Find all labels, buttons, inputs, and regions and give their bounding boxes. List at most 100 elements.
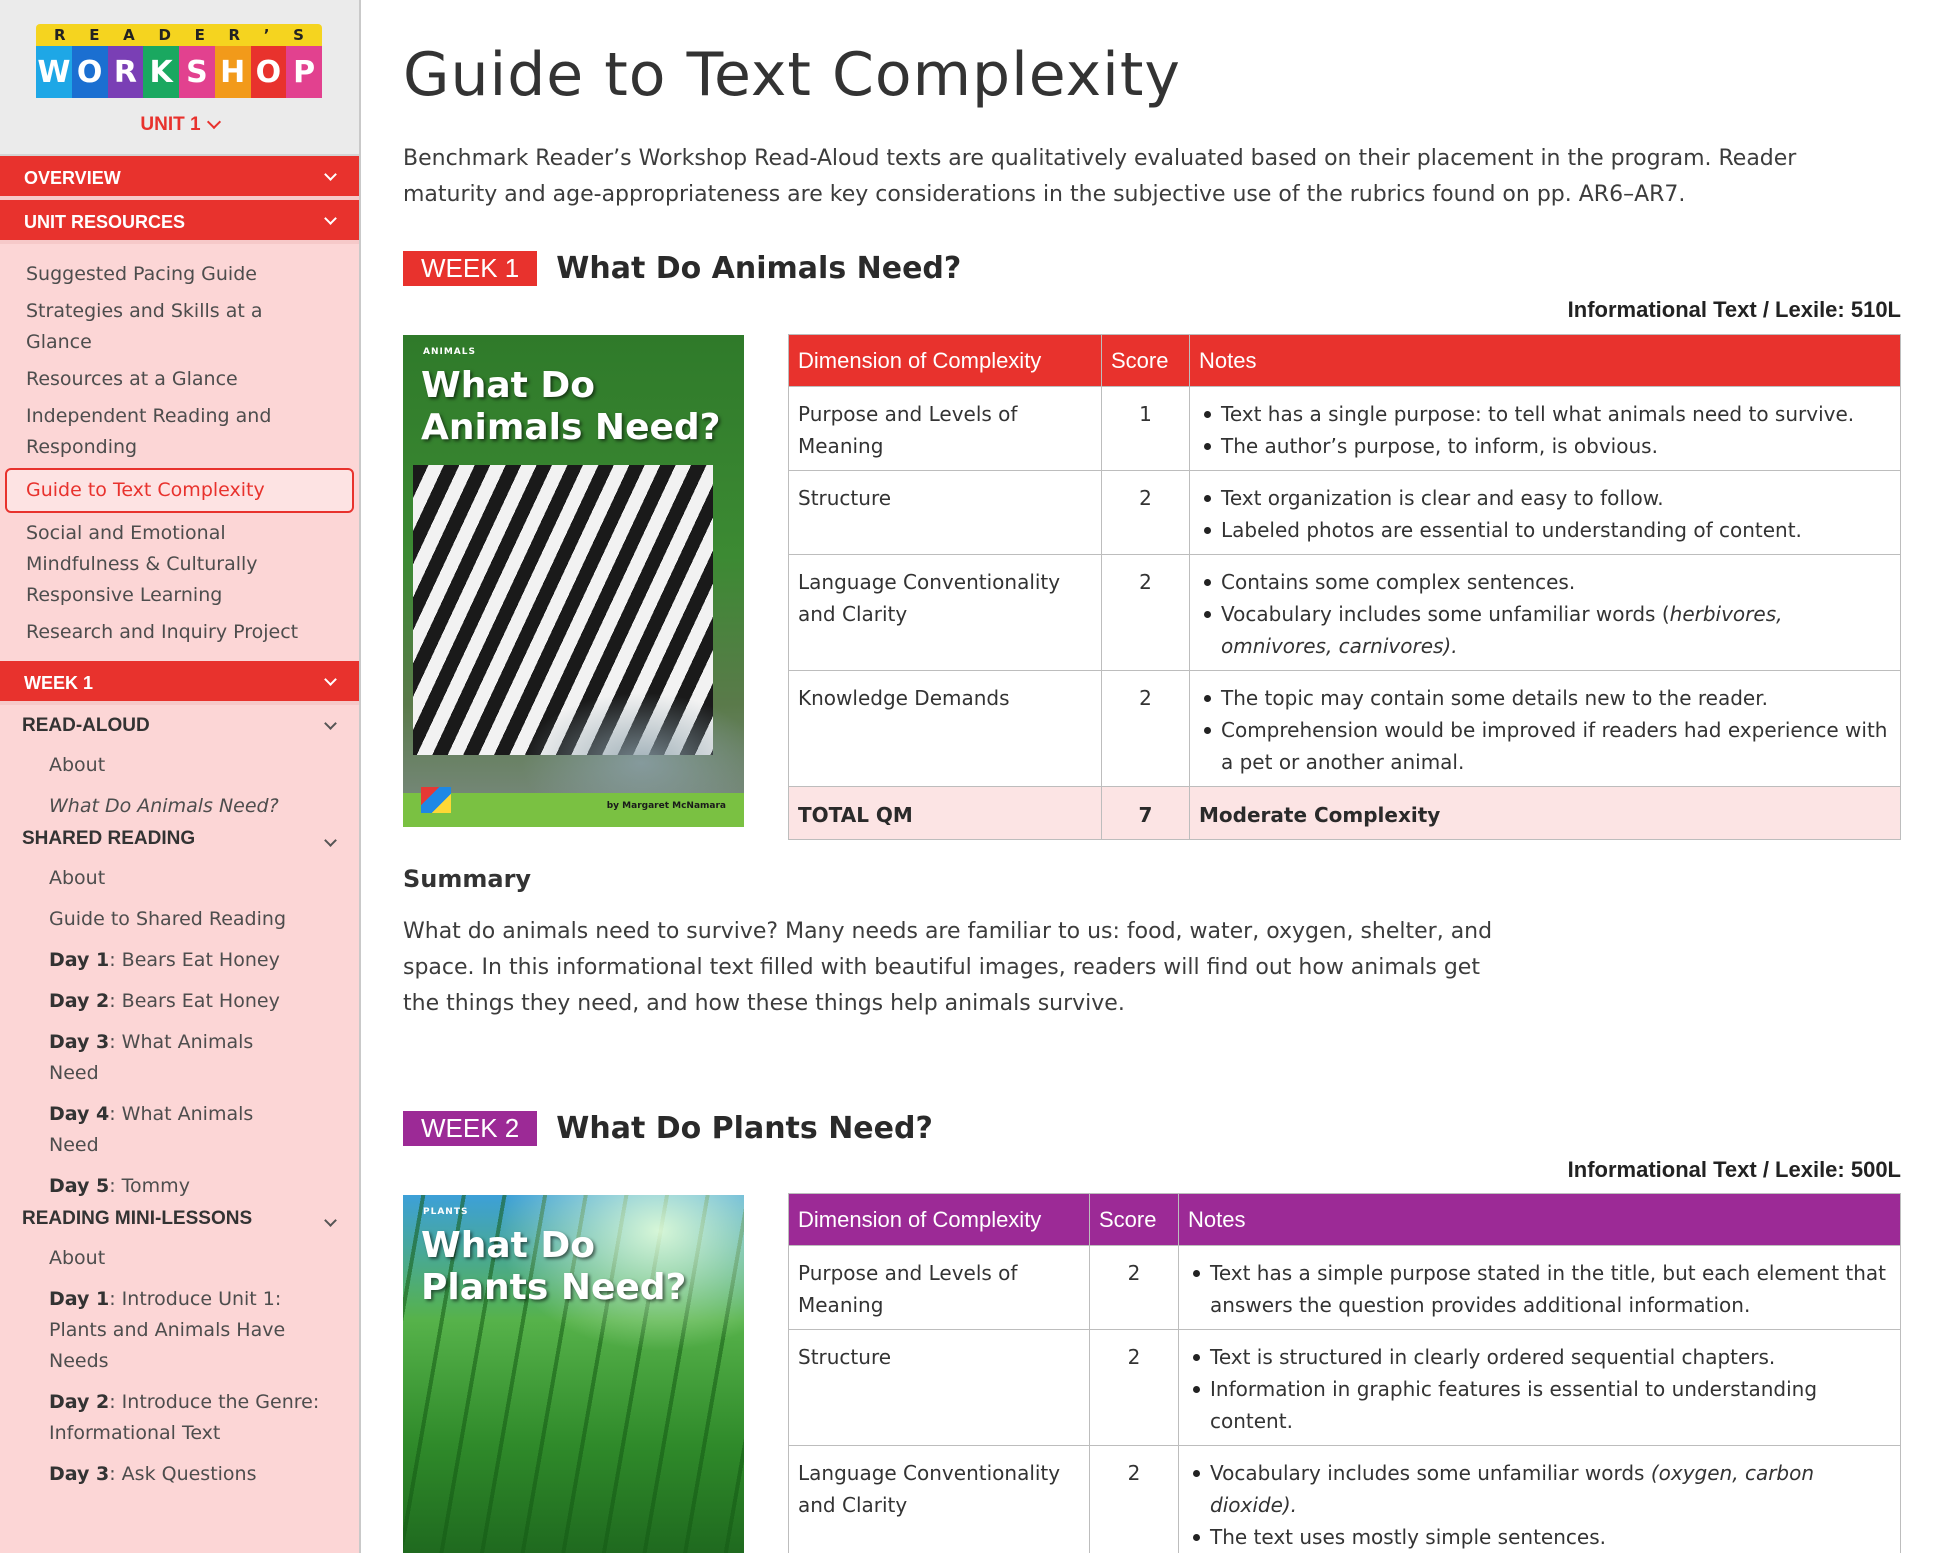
chevron-down-icon — [206, 114, 221, 130]
sidebar-item-text-complexity[interactable]: Guide to Text Complexity — [5, 468, 354, 513]
sidebar-item-shared-day1[interactable]: Day 1: Bears Eat Honey — [0, 940, 359, 981]
logo-tile: O — [71, 46, 108, 98]
logo-letter: E — [194, 26, 205, 44]
row-dimension: Structure — [788, 470, 1102, 555]
logo-letter: ’ — [263, 26, 270, 44]
day-title: : Ask Questions — [109, 1463, 257, 1485]
note-item: The author’s purpose, to inform, is obvi… — [1199, 430, 1891, 462]
publisher-logo-icon — [421, 787, 451, 813]
day-label: Day 3 — [49, 1031, 110, 1053]
header-dimension: Dimension of Complexity — [788, 334, 1102, 387]
row-score: 2 — [1101, 470, 1190, 555]
day-label: Day 2 — [49, 1391, 110, 1413]
logo-letter: E — [89, 26, 100, 44]
row-dimension: Purpose and Levels of Meaning — [788, 386, 1102, 471]
unit-label: UNIT 1 — [140, 114, 201, 135]
table-row: Structure 2 Text is structured in clearl… — [788, 1329, 1901, 1446]
day-title: : Tommy — [109, 1175, 190, 1197]
cover-author: by Margaret McNamara — [606, 801, 726, 811]
logo-tile: R — [107, 46, 144, 98]
sidebar-item-mini-day2[interactable]: Day 2: Introduce the Genre: Informationa… — [0, 1382, 359, 1454]
sidebar-item-read-aloud-title[interactable]: What Do Animals Need? — [0, 786, 359, 822]
note-item: Text organization is clear and easy to f… — [1199, 482, 1891, 514]
overview-label: OVERVIEW — [24, 168, 121, 188]
chevron-down-icon — [324, 168, 337, 181]
sidebar-item-research-inquiry[interactable]: Research and Inquiry Project — [0, 614, 359, 651]
logo-letter: R — [54, 26, 66, 44]
readers-workshop-logo[interactable]: R E A D E R ’ S W O R K S H O P — [36, 24, 322, 98]
sidebar: R E A D E R ’ S W O R K S H O P UNIT 1 O… — [0, 0, 361, 1553]
sidebar-item-read-aloud-about[interactable]: About — [0, 745, 359, 786]
cover-title: What Do Animals Need? — [421, 365, 721, 448]
logo-top-letters: R E A D E R ’ S — [36, 24, 322, 46]
logo-tile: S — [179, 46, 215, 98]
sidebar-item-shared-day4[interactable]: Day 4: What Animals Need — [0, 1094, 359, 1166]
cover-series-label: ANIMALS — [423, 347, 476, 357]
table-row: Structure 2 Text organization is clear a… — [788, 470, 1901, 555]
day-label: Day 2 — [49, 990, 110, 1012]
week1-complexity-table: Dimension of Complexity Score Notes Purp… — [788, 334, 1901, 840]
row-notes: Text has a simple purpose stated in the … — [1178, 1245, 1901, 1330]
row-dimension: Language Conventionality and Clarity — [788, 1445, 1090, 1553]
week2-heading: WEEK 2 What Do Plants Need? — [403, 1110, 933, 1146]
sidebar-item-independent-reading[interactable]: Independent Reading and Responding — [0, 398, 359, 466]
sidebar-item-shared-day2[interactable]: Day 2: Bears Eat Honey — [0, 981, 359, 1022]
row-score: 2 — [1089, 1329, 1179, 1446]
sidebar-item-shared-about[interactable]: About — [0, 858, 359, 899]
note-item: Information in graphic features is essen… — [1188, 1373, 1891, 1437]
sidebar-item-pacing-guide[interactable]: Suggested Pacing Guide — [0, 256, 359, 293]
week2-complexity-table: Dimension of Complexity Score Notes Purp… — [788, 1193, 1901, 1553]
total-result: Moderate Complexity — [1189, 786, 1901, 840]
unit-resources-section-toggle[interactable]: UNIT RESOURCES — [0, 200, 359, 244]
week2-book-cover[interactable]: PLANTS What Do Plants Need? — [403, 1195, 744, 1553]
week2-badge: WEEK 2 — [403, 1110, 538, 1146]
header-notes: Notes — [1178, 1193, 1901, 1246]
row-dimension: Language Conventionality and Clarity — [788, 554, 1102, 671]
sidebar-item-mini-day1[interactable]: Day 1: Introduce Unit 1: Plants and Anim… — [0, 1279, 359, 1382]
overview-section-toggle[interactable]: OVERVIEW — [0, 156, 359, 200]
week1-section-toggle[interactable]: WEEK 1 — [0, 661, 359, 705]
logo-tile: K — [143, 46, 179, 98]
row-notes: Contains some complex sentences. Vocabul… — [1189, 554, 1901, 671]
page-title: Guide to Text Complexity — [403, 40, 1181, 110]
day-title: : Bears Eat Honey — [109, 949, 280, 971]
day-label: Day 1 — [49, 1288, 110, 1310]
sidebar-item-mini-about[interactable]: About — [0, 1238, 359, 1279]
sidebar-item-resources-glance[interactable]: Resources at a Glance — [0, 361, 359, 398]
logo-letter: R — [228, 26, 241, 44]
row-notes: Text has a single purpose: to tell what … — [1189, 386, 1901, 471]
total-row: TOTAL QM 7 Moderate Complexity — [788, 786, 1901, 840]
week2-lexile: Informational Text / Lexile: 500L — [1567, 1157, 1901, 1182]
unit-resources-label: UNIT RESOURCES — [24, 212, 186, 232]
sidebar-item-strategies-skills[interactable]: Strategies and Skills at a Glance — [0, 293, 359, 361]
sidebar-item-shared-day5[interactable]: Day 5: Tommy — [0, 1166, 359, 1202]
sidebar-item-social-emotional[interactable]: Social and Emotional Mindfulness & Cultu… — [0, 515, 359, 614]
row-score: 1 — [1101, 386, 1190, 471]
summary-heading: Summary — [403, 865, 532, 893]
note-item: Comprehension would be improved if reade… — [1199, 714, 1891, 778]
logo-tile: W — [36, 46, 72, 98]
week1-title: What Do Animals Need? — [556, 250, 962, 286]
sidebar-item-guide-shared-reading[interactable]: Guide to Shared Reading — [0, 899, 359, 940]
read-aloud-group-toggle[interactable]: READ-ALOUD — [0, 705, 359, 745]
chevron-down-icon — [324, 834, 337, 847]
read-aloud-label: READ-ALOUD — [22, 715, 150, 736]
logo-letter: S — [293, 26, 304, 44]
chevron-down-icon — [324, 212, 337, 225]
week1-book-cover[interactable]: ANIMALS What Do Animals Need? by Margare… — [403, 335, 744, 827]
row-score: 2 — [1101, 670, 1190, 787]
mini-lessons-group-toggle[interactable]: READING MINI-LESSONS — [0, 1202, 359, 1238]
row-dimension: Structure — [788, 1329, 1090, 1446]
note-item: Labeled photos are essential to understa… — [1199, 514, 1891, 546]
day-label: Day 4 — [49, 1103, 110, 1125]
total-score: 7 — [1101, 786, 1190, 840]
total-label: TOTAL QM — [788, 786, 1102, 840]
note-item: Vocabulary includes some unfamiliar word… — [1188, 1457, 1891, 1521]
sidebar-item-shared-day3[interactable]: Day 3: What Animals Need — [0, 1022, 359, 1094]
note-text: Vocabulary includes some unfamiliar word… — [1210, 1461, 1651, 1485]
chevron-down-icon — [324, 673, 337, 686]
logo-area: R E A D E R ’ S W O R K S H O P UNIT 1 — [0, 0, 359, 156]
unit-selector[interactable]: UNIT 1 — [0, 114, 359, 136]
shared-reading-group-toggle[interactable]: SHARED READING — [0, 822, 359, 858]
sidebar-item-mini-day3[interactable]: Day 3: Ask Questions — [0, 1454, 359, 1495]
